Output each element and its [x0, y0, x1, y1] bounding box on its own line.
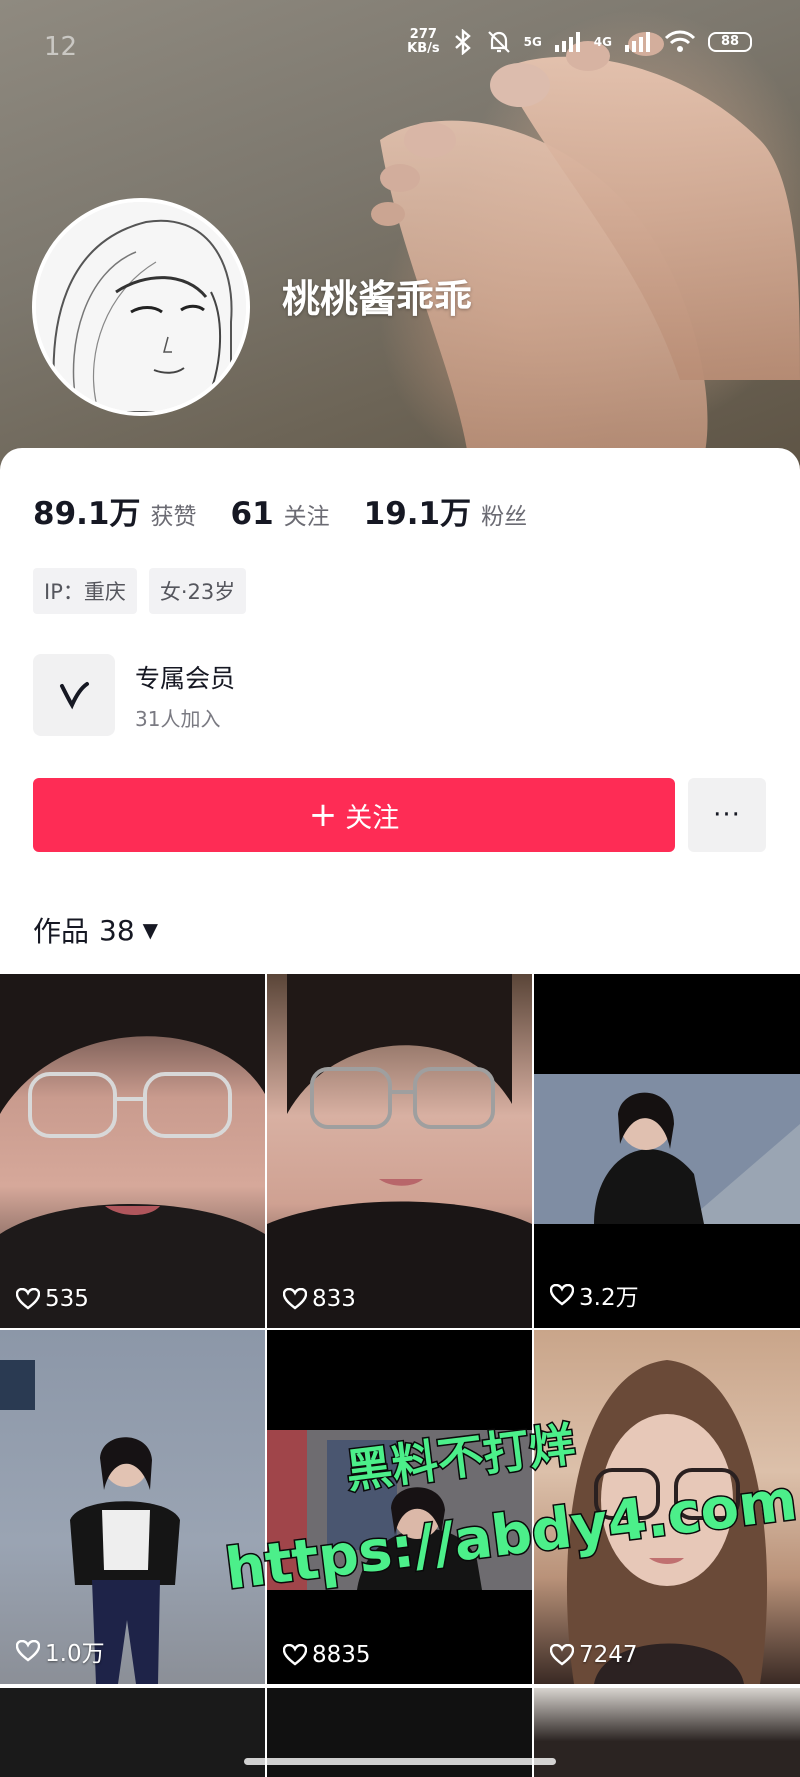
heart-icon	[283, 1644, 307, 1666]
stat-likes-value: 89.1万	[33, 496, 141, 532]
heart-icon	[16, 1288, 40, 1310]
stat-following-value: 61	[230, 496, 274, 532]
stat-likes-label: 获赞	[150, 504, 197, 530]
network-5g-label: 5G	[523, 35, 542, 49]
signal-icon	[554, 32, 580, 52]
stat-followers[interactable]: 19.1万 粉丝	[364, 488, 528, 533]
tile-likes: 3.2万	[550, 1278, 639, 1312]
bluetooth-icon	[454, 29, 471, 55]
wifi-icon	[664, 30, 696, 52]
membership-title: 专属会员	[135, 663, 236, 693]
tile-likes-count: 833	[312, 1286, 356, 1312]
profile-stats: 89.1万 获赞 61 关注 19.1万 粉丝	[33, 488, 561, 533]
mute-bell-icon	[487, 31, 510, 53]
video-tile[interactable]: 1.0万	[0, 1330, 265, 1684]
tile-likes: 833	[283, 1286, 356, 1312]
plus-icon: +	[308, 795, 338, 835]
follow-label: 关注	[345, 802, 400, 834]
tile-likes: 535	[16, 1286, 89, 1312]
avatar-illustration	[36, 202, 246, 412]
stat-following-label: 关注	[283, 504, 330, 530]
tile-likes-count: 8835	[312, 1642, 371, 1668]
caret-down-icon: ▼	[142, 918, 159, 942]
video-thumbnail	[267, 974, 532, 1328]
membership-entry[interactable]: 专属会员 31人加入	[33, 654, 235, 736]
video-thumbnail	[534, 1074, 800, 1224]
status-time: 12	[44, 32, 78, 62]
video-thumbnail	[0, 974, 265, 1328]
tile-likes: 7247	[550, 1642, 638, 1668]
video-tile[interactable]	[0, 1688, 265, 1777]
works-label: 作品	[33, 915, 90, 948]
membership-v-icon	[33, 654, 115, 736]
tile-likes-count: 3.2万	[579, 1285, 639, 1311]
network-4g-label: 4G	[593, 35, 612, 49]
tile-likes: 1.0万	[16, 1634, 105, 1668]
tile-likes: 8835	[283, 1642, 371, 1668]
home-indicator[interactable]	[244, 1758, 556, 1765]
membership-subtitle: 31人加入	[135, 706, 221, 731]
profile-tags: IP：重庆 女·23岁	[33, 568, 247, 614]
video-thumbnail	[0, 1360, 180, 1684]
membership-text: 专属会员 31人加入	[135, 659, 235, 732]
video-tile[interactable]: 535	[0, 974, 265, 1328]
heart-icon	[16, 1640, 40, 1662]
nickname: 桃桃酱乖乖	[282, 277, 473, 321]
profile-cover: 12 277 KB/s 5G 4G 88 桃桃酱乖乖	[0, 0, 800, 470]
heart-icon	[550, 1284, 574, 1306]
stat-likes: 89.1万 获赞	[33, 488, 197, 533]
video-tile[interactable]: 833	[267, 974, 532, 1328]
status-icons: 277 KB/s 5G 4G 88	[407, 28, 752, 56]
stat-followers-label: 粉丝	[481, 504, 528, 530]
follow-button[interactable]: + 关注	[33, 778, 675, 852]
signal-icon-2	[625, 32, 650, 52]
more-options-button[interactable]: ···	[688, 778, 766, 852]
ip-location-tag: IP：重庆	[33, 568, 137, 614]
gender-age-tag: 女·23岁	[148, 568, 247, 614]
heart-icon	[550, 1644, 574, 1666]
works-count: 38	[99, 913, 135, 947]
tile-likes-count: 1.0万	[45, 1641, 105, 1667]
stat-followers-value: 19.1万	[363, 496, 472, 532]
tile-likes-count: 535	[45, 1286, 89, 1312]
tile-likes-count: 7247	[579, 1642, 638, 1668]
avatar[interactable]	[32, 198, 250, 416]
works-tab[interactable]: 作品 38 ▼	[33, 910, 158, 950]
status-bar: 12 277 KB/s 5G 4G 88	[0, 0, 800, 90]
video-tile[interactable]: 3.2万	[534, 974, 800, 1328]
heart-icon	[283, 1288, 307, 1310]
network-speed: 277 KB/s	[407, 27, 440, 56]
battery-indicator: 88	[708, 32, 752, 52]
stat-following[interactable]: 61 关注	[231, 496, 330, 532]
video-tile[interactable]	[534, 1688, 800, 1777]
